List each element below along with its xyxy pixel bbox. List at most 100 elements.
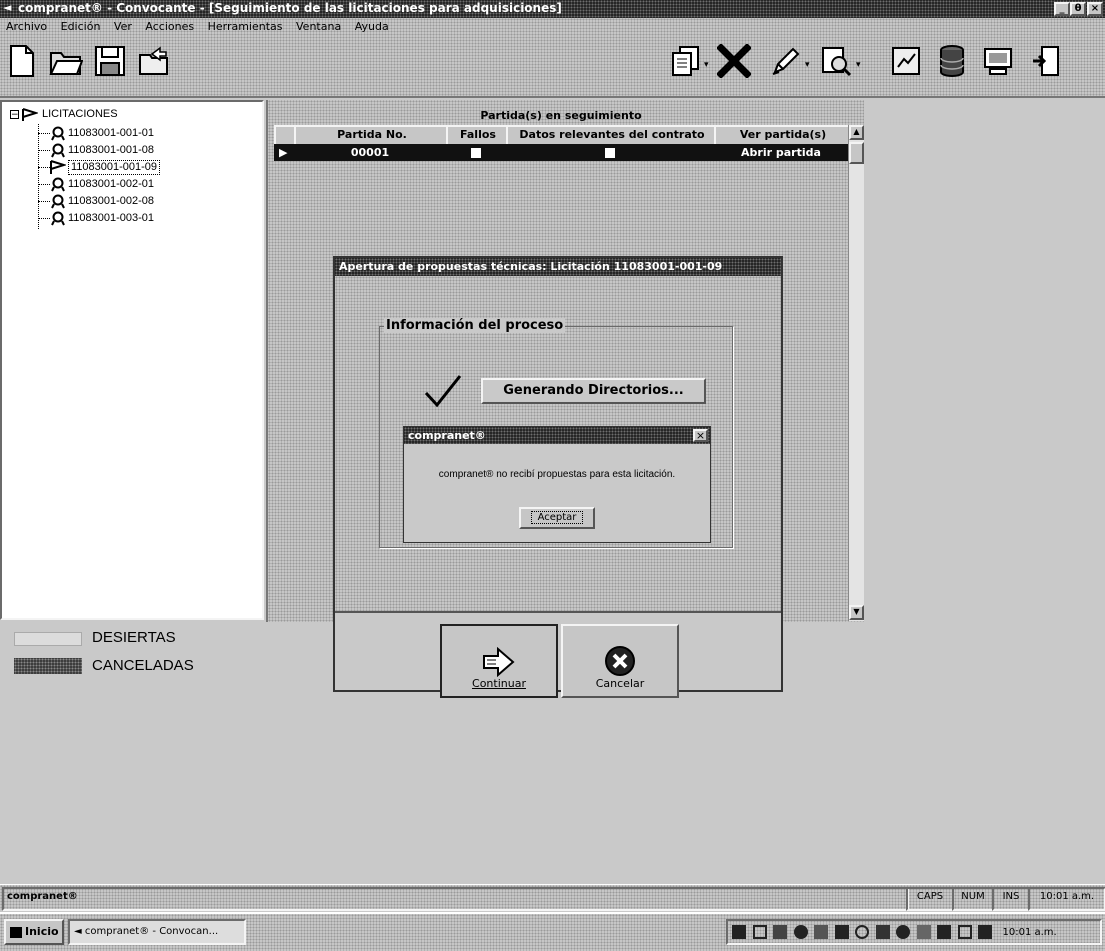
- step-status-box: Generando Directorios...: [481, 378, 706, 404]
- continuar-label: Continuar: [472, 677, 526, 690]
- menu-herramientas[interactable]: Herramientas: [208, 20, 283, 33]
- status-num: NUM: [952, 887, 994, 911]
- tray-icon-9[interactable]: [896, 925, 910, 939]
- exit-button[interactable]: [1028, 42, 1064, 80]
- task-app-icon: ◄: [74, 926, 85, 937]
- flag-icon: [22, 108, 38, 121]
- tray-icon-3[interactable]: [773, 925, 787, 939]
- dialog-title-bar: Apertura de propuestas técnicas: Licitac…: [335, 258, 781, 276]
- computer-icon: [984, 48, 1012, 75]
- delete-x-icon: [717, 44, 751, 78]
- new-document-button[interactable]: [4, 42, 40, 80]
- tray-icon-2[interactable]: [752, 925, 767, 939]
- grid-title: Partida(s) en seguimiento: [480, 109, 642, 122]
- tree-panel: − LICITACIONES 11083001-001-01 11083001-…: [0, 100, 264, 620]
- system-tray: 10:01 a.m.: [726, 919, 1102, 945]
- toolbar: ▾ ▾ ▾: [0, 36, 1105, 98]
- legend-swatch-canceladas: [14, 658, 82, 674]
- tray-icon-4[interactable]: [793, 925, 808, 939]
- status-app: compranet®: [2, 887, 909, 911]
- step-status-label: Generando Directorios...: [503, 383, 684, 398]
- save-button[interactable]: [92, 42, 128, 80]
- terminal-button[interactable]: [980, 42, 1016, 80]
- menu-edicion[interactable]: Edición: [61, 20, 101, 33]
- report-button[interactable]: [888, 42, 924, 80]
- cell-partida: 00001: [350, 146, 390, 159]
- tray-clock: 10:01 a.m.: [1002, 926, 1057, 938]
- cancelar-label: Cancelar: [595, 677, 645, 690]
- copy-dropdown-icon[interactable]: ▾: [704, 60, 709, 70]
- row-pointer-icon: ▶: [279, 146, 288, 159]
- app-icon[interactable]: ◄: [3, 2, 15, 14]
- table-row[interactable]: ▶ 00001 Abrir partida: [274, 144, 848, 161]
- message-title: compranet®: [408, 429, 486, 442]
- tray-icon-10[interactable]: [916, 925, 931, 939]
- minimize-button[interactable]: _: [1054, 2, 1070, 16]
- message-title-bar: compranet®: [404, 427, 710, 444]
- menu-archivo[interactable]: Archivo: [6, 20, 47, 33]
- tree-root-label: LICITACIONES: [42, 108, 118, 120]
- report-icon: [892, 47, 920, 75]
- grid-scrollbar[interactable]: ▲ ▼: [848, 125, 864, 621]
- restore-button[interactable]: θ: [1070, 2, 1086, 16]
- taskbar: Inicio ◄ compranet® - Convocan... 10:01 …: [0, 912, 1105, 951]
- legend: DESIERTAS CANCELADAS: [0, 624, 264, 684]
- scroll-down-button[interactable]: ▼: [849, 605, 864, 620]
- menu-ventana[interactable]: Ventana: [296, 20, 341, 33]
- status-bar: compranet® CAPS NUM INS 10:01 a.m.: [0, 884, 1105, 911]
- start-button[interactable]: Inicio: [4, 919, 64, 945]
- award-icon: [51, 143, 65, 158]
- cancelar-button[interactable]: Cancelar: [561, 624, 679, 698]
- close-button[interactable]: ×: [1087, 2, 1103, 16]
- tray-icon-6[interactable]: [834, 925, 849, 939]
- export-button[interactable]: [136, 42, 172, 80]
- menu-ayuda[interactable]: Ayuda: [355, 20, 389, 33]
- scroll-up-button[interactable]: ▲: [849, 125, 864, 140]
- cancel-circle-icon: [605, 646, 635, 676]
- status-time: 10:01 a.m.: [1028, 887, 1105, 911]
- copy-button[interactable]: [668, 42, 704, 80]
- award-icon: [51, 194, 65, 209]
- edit-dropdown-icon[interactable]: ▾: [805, 60, 810, 70]
- tray-icon-13[interactable]: [978, 925, 992, 939]
- workspace-right: [864, 100, 1105, 885]
- open-folder-button[interactable]: [48, 42, 84, 80]
- open-folder-icon: [49, 52, 83, 75]
- datos-checkbox[interactable]: [605, 148, 615, 158]
- continuar-button[interactable]: Continuar: [440, 624, 558, 698]
- award-icon: [51, 126, 65, 141]
- abrir-partida-link[interactable]: Abrir partida: [714, 144, 848, 161]
- copy-documents-icon: [672, 46, 699, 76]
- database-icon: [940, 45, 964, 77]
- tray-icon-7[interactable]: [855, 925, 869, 939]
- grid-header: Partida No. Fallos Datos relevantes del …: [274, 125, 852, 148]
- search-dropdown-icon[interactable]: ▾: [856, 60, 861, 70]
- flag-icon: [50, 160, 66, 174]
- aceptar-button[interactable]: Aceptar: [519, 507, 595, 529]
- status-ins: INS: [992, 887, 1030, 911]
- aceptar-label: Aceptar: [530, 511, 584, 524]
- checkmark-icon: [424, 375, 462, 408]
- tray-icon-1[interactable]: [732, 925, 746, 939]
- legend-label-desiertas: DESIERTAS: [92, 629, 176, 646]
- tray-icon-11[interactable]: [937, 925, 951, 939]
- delete-button[interactable]: [716, 42, 752, 80]
- tray-icon-12[interactable]: [957, 925, 972, 939]
- dialog-button-area: [335, 611, 781, 690]
- database-button[interactable]: [934, 42, 970, 80]
- collapse-icon[interactable]: −: [10, 110, 19, 120]
- status-caps: CAPS: [906, 887, 954, 911]
- taskbar-task-compranet[interactable]: ◄ compranet® - Convocan...: [68, 919, 246, 945]
- search-button[interactable]: [818, 42, 854, 80]
- message-close-button[interactable]: ×: [693, 429, 708, 442]
- scroll-thumb[interactable]: [849, 142, 864, 164]
- fallos-checkbox[interactable]: [471, 148, 481, 158]
- menu-acciones[interactable]: Acciones: [145, 20, 194, 33]
- exit-door-icon: [1033, 46, 1059, 76]
- menu-ver[interactable]: Ver: [114, 20, 132, 33]
- dialog-title: Apertura de propuestas técnicas: Licitac…: [339, 260, 723, 273]
- tray-icon-8[interactable]: [875, 925, 890, 939]
- tray-icon-5[interactable]: [814, 925, 828, 939]
- menu-bar: Archivo Edición Ver Acciones Herramienta…: [0, 18, 1105, 36]
- edit-button[interactable]: [768, 42, 804, 80]
